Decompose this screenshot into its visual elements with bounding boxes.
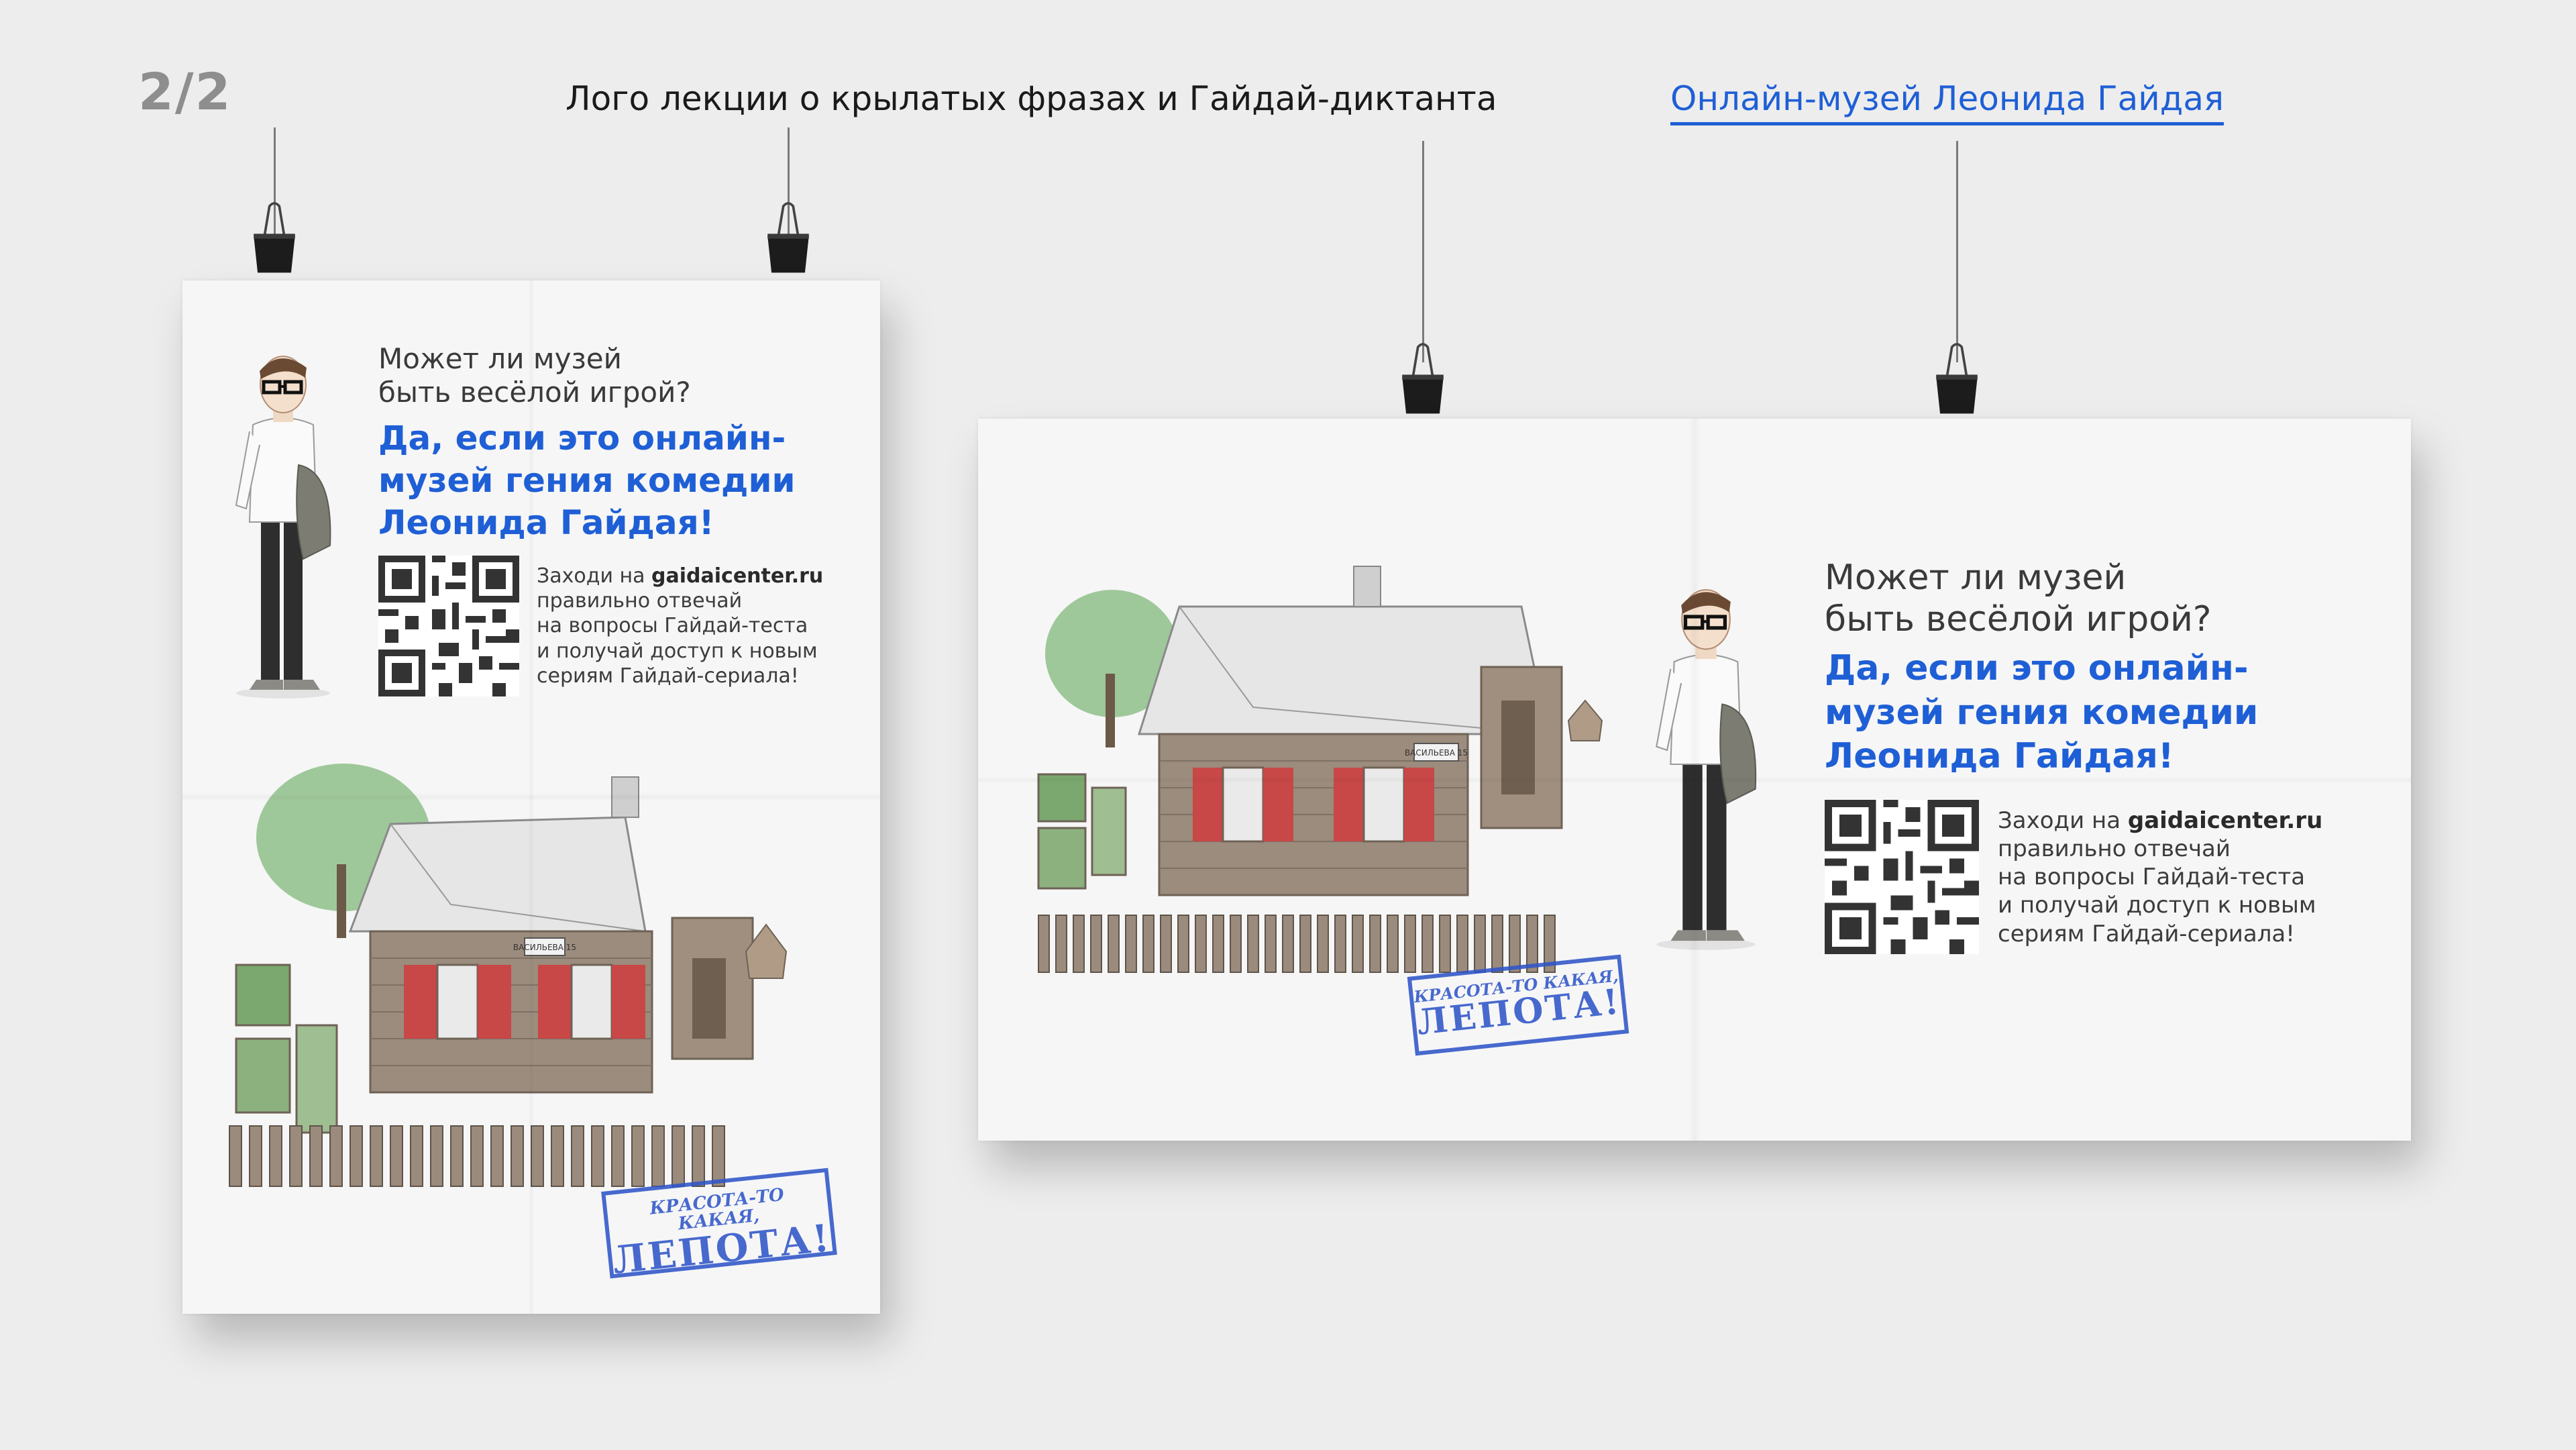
- question-line: быть весёлой игрой?: [1825, 599, 2212, 640]
- answer-line: Леонида Гайдая!: [378, 503, 714, 542]
- binder-clip-icon: [254, 202, 295, 273]
- page-indicator: 2/2: [138, 62, 232, 121]
- poster-horizontal: ВАСИЛЬЕВА 15 КРАСОТА-ТО КАКАЯ, ЛЕПОТА! М…: [978, 419, 2411, 1141]
- character-illustration: [1656, 588, 1757, 950]
- qr-caption: Заходи на gaidaicenter.ru правильно отве…: [537, 564, 823, 688]
- qr-caption-line: Заходи на gaidaicenter.ru: [537, 564, 823, 588]
- question-line: Может ли музей: [1825, 558, 2127, 598]
- binder-clip-icon: [767, 202, 809, 273]
- answer-line: музей гения комедии: [1825, 692, 2259, 733]
- qr-code-icon[interactable]: [378, 556, 519, 696]
- qr-prefix: Заходи на: [537, 564, 645, 588]
- house-illustration: ВАСИЛЬЕВА 15: [229, 764, 788, 1187]
- answer-line: музей гения комедии: [378, 461, 796, 500]
- answer-text: Да, если это онлайн- музей гения комедии…: [1825, 647, 2258, 779]
- site-link[interactable]: gaidaicenter.ru: [651, 564, 823, 588]
- site-link[interactable]: gaidaicenter.ru: [2128, 807, 2322, 834]
- qr-prefix: Заходи на: [1998, 807, 2121, 834]
- qr-caption-line: Заходи на gaidaicenter.ru: [1998, 807, 2322, 835]
- question-line: быть весёлой игрой?: [378, 376, 691, 409]
- qr-code-icon[interactable]: [1825, 800, 1979, 954]
- qr-caption-line: на вопросы Гайдай-теста: [1998, 864, 2306, 891]
- house-sign: ВАСИЛЬЕВА 15: [513, 943, 576, 952]
- qr-caption-line: и получай доступ к новым: [537, 639, 818, 663]
- binder-clip-icon: [1402, 343, 1444, 414]
- house-sign: ВАСИЛЬЕВА 15: [1405, 748, 1468, 758]
- nav-link-online-museum[interactable]: Онлайн-музей Леонида Гайдая: [1670, 79, 2224, 125]
- qr-caption: Заходи на gaidaicenter.ru правильно отве…: [1998, 807, 2322, 948]
- answer-line: Да, если это онлайн-: [378, 419, 786, 458]
- answer-line: Леонида Гайдая!: [1825, 736, 2174, 777]
- question-text: Может ли музей быть весёлой игрой?: [378, 342, 691, 410]
- hanging-string: [1956, 141, 1958, 362]
- qr-caption-line: правильно отвечай: [537, 589, 743, 613]
- character-illustration: [235, 356, 331, 698]
- qr-caption-line: на вопросы Гайдай-теста: [537, 614, 808, 638]
- question-line: Может ли музей: [378, 342, 622, 375]
- answer-text: Да, если это онлайн- музей гения комедии…: [378, 417, 796, 544]
- nav-link-lecture-logo[interactable]: Лого лекции о крылатых фразах и Гайдай-д…: [566, 79, 1497, 118]
- answer-line: Да, если это онлайн-: [1825, 648, 2249, 688]
- binder-clip-icon: [1936, 343, 1978, 414]
- question-text: Может ли музей быть весёлой игрой?: [1825, 557, 2212, 641]
- qr-caption-line: и получай доступ к новым: [1998, 892, 2316, 919]
- qr-caption-line: правильно отвечай: [1998, 835, 2231, 863]
- hanging-string: [1422, 141, 1424, 362]
- poster-vertical: Может ли музей быть весёлой игрой? Да, е…: [182, 280, 880, 1314]
- qr-caption-line: сериям Гайдай-сериала!: [537, 664, 799, 688]
- house-illustration: ВАСИЛЬЕВА 15: [1037, 566, 1603, 973]
- qr-caption-line: сериям Гайдай-сериала!: [1998, 920, 2295, 947]
